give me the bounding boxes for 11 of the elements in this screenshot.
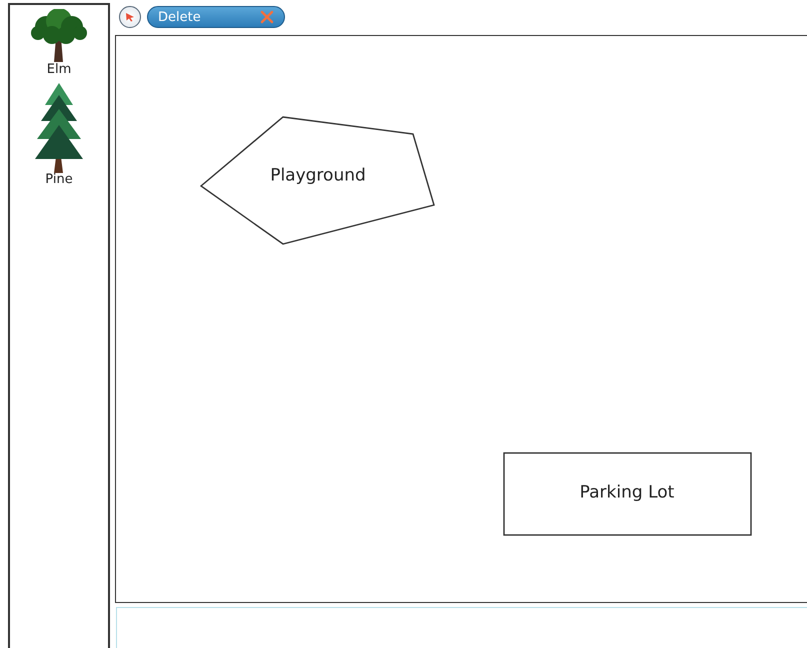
cursor-icon [125,12,135,22]
region-shape[interactable] [503,452,752,536]
tree-label[interactable]: Pine [45,173,73,188]
tree-icon [30,9,88,63]
region-shape[interactable] [200,116,435,245]
close-icon [260,10,274,24]
tree-label[interactable]: Elm [46,63,72,78]
region-label: Playground [270,166,366,186]
tree-icon [33,81,85,174]
pointer-button[interactable] [119,6,141,28]
region-label: Parking Lot [580,482,674,503]
